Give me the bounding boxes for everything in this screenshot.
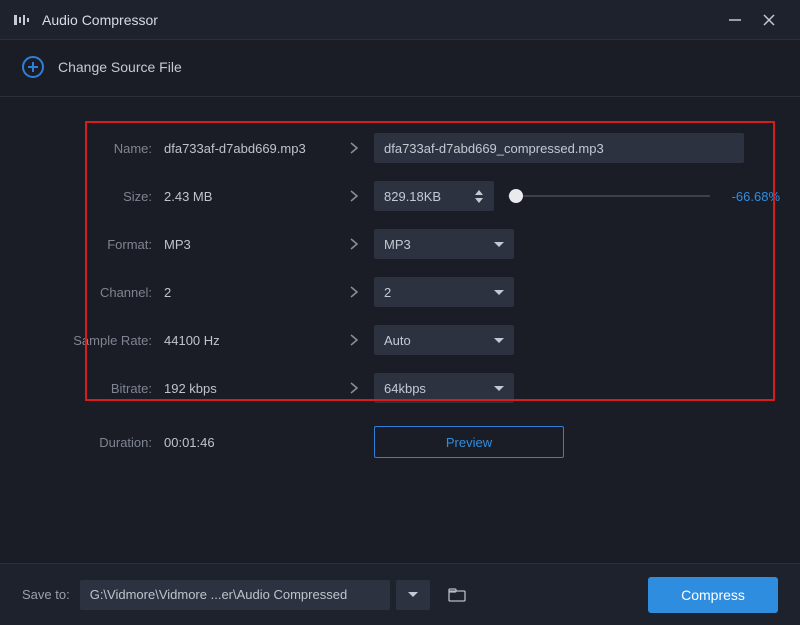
size-source-value: 2.43 MB — [164, 189, 334, 204]
arrow-icon — [334, 189, 374, 203]
bitrate-select[interactable]: 64kbps — [374, 373, 514, 403]
sample-rate-source-value: 44100 Hz — [164, 333, 334, 348]
format-source-value: MP3 — [164, 237, 334, 252]
bitrate-source-value: 192 kbps — [164, 381, 334, 396]
row-format: Format: MP3 MP3 — [20, 221, 780, 267]
add-source-button[interactable] — [22, 56, 44, 78]
compress-button[interactable]: Compress — [648, 577, 778, 613]
name-label: Name: — [20, 141, 164, 156]
chevron-down-icon — [494, 386, 504, 391]
channel-source-value: 2 — [164, 285, 334, 300]
sample-rate-select[interactable]: Auto — [374, 325, 514, 355]
minimize-button[interactable] — [718, 5, 752, 35]
arrow-icon — [334, 237, 374, 251]
save-path-field[interactable]: G:\Vidmore\Vidmore ...er\Audio Compresse… — [80, 580, 390, 610]
change-source-link[interactable]: Change Source File — [58, 59, 182, 75]
arrow-icon — [334, 381, 374, 395]
source-row: Change Source File — [0, 40, 800, 97]
save-path-value: G:\Vidmore\Vidmore ...er\Audio Compresse… — [90, 587, 347, 602]
size-slider-thumb[interactable] — [509, 189, 523, 203]
sample-rate-select-value: Auto — [384, 333, 411, 348]
format-select-value: MP3 — [384, 237, 411, 252]
main-panel: Name: dfa733af-d7abd669.mp3 dfa733af-d7a… — [0, 97, 800, 475]
sample-rate-label: Sample Rate: — [20, 333, 164, 348]
arrow-icon — [334, 141, 374, 155]
size-output-spinner[interactable]: 829.18KB — [374, 181, 494, 211]
row-size: Size: 2.43 MB 829.18KB -66.68% — [20, 173, 780, 219]
arrow-icon — [334, 333, 374, 347]
row-name: Name: dfa733af-d7abd669.mp3 dfa733af-d7a… — [20, 125, 780, 171]
chevron-down-icon — [408, 592, 418, 597]
bitrate-label: Bitrate: — [20, 381, 164, 396]
channel-select[interactable]: 2 — [374, 277, 514, 307]
duration-label: Duration: — [20, 435, 164, 450]
preview-button-label: Preview — [446, 435, 492, 450]
size-spin-up[interactable] — [474, 188, 484, 196]
chevron-down-icon — [494, 290, 504, 295]
compress-button-label: Compress — [681, 587, 745, 603]
format-label: Format: — [20, 237, 164, 252]
chevron-down-icon — [494, 242, 504, 247]
format-select[interactable]: MP3 — [374, 229, 514, 259]
row-channel: Channel: 2 2 — [20, 269, 780, 315]
save-path-dropdown[interactable] — [396, 580, 430, 610]
row-sample-rate: Sample Rate: 44100 Hz Auto — [20, 317, 780, 363]
window-title: Audio Compressor — [42, 12, 718, 28]
preview-button[interactable]: Preview — [374, 426, 564, 458]
app-icon — [14, 13, 32, 27]
bitrate-select-value: 64kbps — [384, 381, 426, 396]
name-source-value: dfa733af-d7abd669.mp3 — [164, 141, 334, 156]
arrow-icon — [334, 285, 374, 299]
size-delta: -66.68% — [720, 189, 780, 204]
open-folder-button[interactable] — [440, 580, 474, 610]
size-spin-down[interactable] — [474, 196, 484, 204]
close-button[interactable] — [752, 5, 786, 35]
duration-value: 00:01:46 — [164, 435, 334, 450]
row-duration: Duration: 00:01:46 Preview — [20, 419, 780, 465]
row-bitrate: Bitrate: 192 kbps 64kbps — [20, 365, 780, 411]
channel-label: Channel: — [20, 285, 164, 300]
size-label: Size: — [20, 189, 164, 204]
save-to-label: Save to: — [22, 587, 70, 602]
footer: Save to: G:\Vidmore\Vidmore ...er\Audio … — [0, 563, 800, 625]
size-slider[interactable] — [508, 195, 710, 197]
chevron-down-icon — [494, 338, 504, 343]
name-output-value: dfa733af-d7abd669_compressed.mp3 — [384, 141, 604, 156]
name-output-input[interactable]: dfa733af-d7abd669_compressed.mp3 — [374, 133, 744, 163]
size-output-value: 829.18KB — [384, 189, 441, 204]
channel-select-value: 2 — [384, 285, 391, 300]
titlebar: Audio Compressor — [0, 0, 800, 40]
